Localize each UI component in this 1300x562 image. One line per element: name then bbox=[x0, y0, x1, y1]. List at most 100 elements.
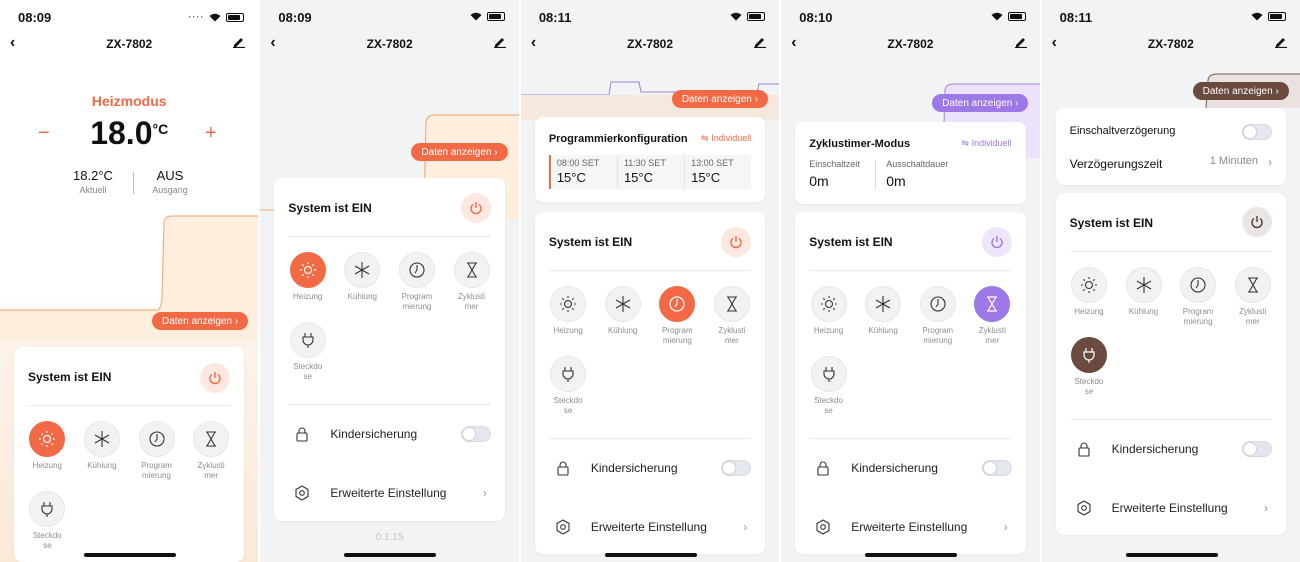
mode-socket[interactable]: Steckdo se bbox=[1062, 337, 1117, 397]
mode-heating[interactable]: Heizung bbox=[20, 421, 75, 481]
mode-cycle-timer[interactable]: Zyklusti mer bbox=[705, 286, 760, 346]
advanced-settings-row[interactable]: Erweiterte Einstellung › bbox=[809, 512, 1011, 542]
edit-icon[interactable] bbox=[493, 34, 507, 48]
mode-programming[interactable]: Program mierung bbox=[650, 286, 705, 346]
power-icon bbox=[730, 236, 742, 249]
snowflake-icon bbox=[94, 431, 110, 447]
page-title: ZX-7802 bbox=[106, 37, 153, 51]
mode-programming[interactable]: Program mierung bbox=[129, 421, 184, 481]
mode-programming[interactable]: Program mierung bbox=[910, 286, 965, 346]
child-lock-toggle[interactable] bbox=[721, 460, 752, 476]
mode-socket[interactable]: Steckdo se bbox=[801, 356, 856, 416]
edit-icon[interactable] bbox=[1014, 34, 1028, 48]
home-indicator bbox=[84, 553, 176, 557]
mode-socket[interactable]: Steckdo se bbox=[541, 356, 596, 416]
clock-icon bbox=[669, 296, 685, 312]
cycle-timer-card[interactable]: Zyklustimer-Modus ⇋ Individuell Einschal… bbox=[795, 122, 1026, 204]
schedule-slot[interactable]: 08:00 SET 15°C bbox=[548, 155, 618, 189]
child-lock-toggle[interactable] bbox=[981, 460, 1012, 476]
nav-bar: ‹ ZX-7802 bbox=[521, 34, 779, 54]
mode-heating[interactable]: Heizung bbox=[1062, 267, 1117, 327]
mode-programming[interactable]: Program mierung bbox=[1171, 267, 1226, 327]
system-status: System ist EIN bbox=[548, 235, 633, 249]
view-data-button[interactable]: Daten anzeigen › bbox=[932, 94, 1029, 112]
child-lock-label: Kindersicherung bbox=[590, 461, 678, 475]
control-card: System ist EIN Heizung Kühlung Program mi… bbox=[534, 212, 766, 554]
clock: 08:09 bbox=[278, 10, 312, 25]
program-config-card[interactable]: Programmierkonfiguration ⇋ Individuell 0… bbox=[534, 117, 766, 202]
advanced-settings-label: Erweiterte Einstellung bbox=[330, 486, 447, 500]
mode-cycle-timer[interactable]: Zyklusti mer bbox=[1225, 267, 1280, 327]
mode-programming[interactable]: Program mierung bbox=[390, 252, 445, 312]
mode-grid: Heizung Kühlung Program mierung Zyklusti m… bbox=[1056, 267, 1286, 397]
power-button[interactable] bbox=[200, 363, 231, 393]
view-data-button[interactable]: Daten anzeigen › bbox=[152, 312, 249, 330]
mode-cooling[interactable]: Kühlung bbox=[75, 421, 130, 481]
status-bar: 08:09 bbox=[260, 8, 518, 26]
view-data-button[interactable]: Daten anzeigen › bbox=[671, 90, 768, 108]
wifi-icon bbox=[730, 12, 742, 21]
power-button[interactable] bbox=[460, 193, 491, 223]
advanced-settings-row[interactable]: Erweiterte Einstellung › bbox=[549, 512, 751, 542]
divider bbox=[548, 270, 752, 271]
child-lock-row: Kindersicherung bbox=[809, 453, 1012, 483]
mode-cooling[interactable]: Kühlung bbox=[1116, 267, 1171, 327]
cycle-timer-tag[interactable]: ⇋ Individuell bbox=[962, 138, 1012, 149]
mode-cycle-timer[interactable]: Zyklusti mer bbox=[965, 286, 1020, 346]
mode-cooling[interactable]: Kühlung bbox=[595, 286, 650, 346]
mode-cycle-timer[interactable]: Zyklusti mer bbox=[184, 421, 239, 481]
mode-heating[interactable]: Heizung bbox=[801, 286, 856, 346]
power-button[interactable] bbox=[721, 227, 752, 257]
power-button[interactable] bbox=[981, 227, 1012, 257]
back-icon[interactable]: ‹ bbox=[791, 34, 796, 52]
child-lock-label: Kindersicherung bbox=[851, 461, 938, 475]
mode-socket-label: Steckdo se bbox=[293, 362, 323, 381]
plug-icon bbox=[302, 333, 314, 348]
mode-heating[interactable]: Heizung bbox=[280, 252, 335, 312]
advanced-settings-row[interactable]: Erweiterte Einstellung › bbox=[1070, 493, 1272, 523]
back-icon[interactable]: ‹ bbox=[270, 34, 275, 52]
mode-cooling[interactable]: Kühlung bbox=[335, 252, 390, 312]
child-lock-row: Kindersicherung bbox=[549, 453, 752, 483]
edit-icon[interactable] bbox=[1274, 34, 1288, 48]
sun-icon bbox=[560, 296, 577, 312]
control-card: System ist EIN Heizung Kühlung Program mi… bbox=[14, 347, 245, 562]
advanced-settings-row[interactable]: Erweiterte Einstellung › bbox=[288, 478, 490, 508]
hourglass-icon bbox=[1247, 277, 1258, 293]
nav-bar: ‹ ZX-7802 bbox=[1042, 34, 1300, 54]
mode-socket[interactable]: Steckdo se bbox=[280, 322, 335, 382]
mode-cycle-timer[interactable]: Zyklusti mer bbox=[444, 252, 499, 312]
back-icon[interactable]: ‹ bbox=[1052, 34, 1057, 52]
startup-delay-toggle[interactable] bbox=[1242, 124, 1273, 140]
view-data-button[interactable]: Daten anzeigen › bbox=[1192, 82, 1289, 100]
on-time: Einschaltzeit 0m bbox=[809, 159, 860, 189]
mode-heating[interactable]: Heizung bbox=[541, 286, 596, 346]
divider bbox=[1069, 419, 1273, 420]
edit-icon[interactable] bbox=[753, 34, 767, 48]
plug-icon bbox=[41, 502, 53, 517]
back-icon[interactable]: ‹ bbox=[10, 34, 15, 52]
child-lock-row: Kindersicherung bbox=[1070, 434, 1273, 464]
page-title: ZX-7802 bbox=[366, 37, 413, 51]
settings-hexagon-icon bbox=[556, 519, 570, 535]
child-lock-toggle[interactable] bbox=[1242, 441, 1273, 457]
divider bbox=[875, 160, 877, 190]
clock-icon bbox=[930, 296, 946, 312]
mode-cooling[interactable]: Kühlung bbox=[856, 286, 911, 346]
mode-socket[interactable]: Steckdo se bbox=[20, 491, 75, 551]
lock-icon bbox=[1078, 442, 1090, 457]
power-button[interactable] bbox=[1242, 207, 1273, 237]
system-status: System ist EIN bbox=[1069, 216, 1153, 230]
program-config-tag[interactable]: ⇋ Individuell bbox=[701, 133, 751, 144]
schedule-slot[interactable]: 13:00 SET 15°C bbox=[685, 155, 751, 189]
delay-time-row[interactable]: Verzögerungszeit 1 Minuten › bbox=[1070, 155, 1272, 171]
view-data-button[interactable]: Daten anzeigen › bbox=[411, 143, 508, 161]
snowflake-icon bbox=[615, 296, 630, 312]
lock-icon bbox=[296, 427, 308, 442]
schedule-slot[interactable]: 11:30 SET 15°C bbox=[618, 155, 686, 189]
child-lock-toggle[interactable] bbox=[460, 426, 491, 442]
delay-time-label: Verzögerungszeit bbox=[1069, 157, 1163, 171]
mode-programming-label: Program mierung bbox=[661, 326, 693, 345]
edit-icon[interactable] bbox=[232, 34, 246, 48]
back-icon[interactable]: ‹ bbox=[531, 34, 536, 52]
